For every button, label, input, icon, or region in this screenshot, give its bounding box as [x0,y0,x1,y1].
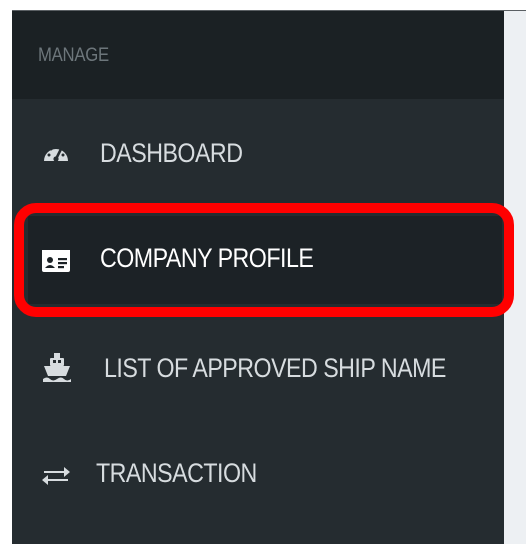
sidebar-section-header: MANAGE [12,11,504,99]
sidebar-item-dashboard[interactable]: DASHBOARD [12,111,504,199]
sidebar: MANAGE DASHBOARD COMPANY PROFILE LIST OF… [12,11,504,544]
main-content-edge [504,11,526,544]
section-label: MANAGE [38,45,109,66]
sidebar-item-company-profile[interactable]: COMPANY PROFILE [12,216,504,304]
app-frame: MANAGE DASHBOARD COMPANY PROFILE LIST OF… [0,0,526,544]
exchange-arrows-icon [42,467,70,485]
sidebar-item-label: DASHBOARD [100,138,243,168]
sidebar-item-approved-ship-names[interactable]: LIST OF APPROVED SHIP NAME [12,326,504,414]
sidebar-item-label: COMPANY PROFILE [100,243,314,273]
id-card-icon [42,250,70,272]
ship-icon [43,353,71,382]
sidebar-item-label: LIST OF APPROVED SHIP NAME [104,353,446,383]
sidebar-item-label: TRANSACTION [96,458,257,488]
sidebar-item-transaction[interactable]: TRANSACTION [12,431,504,519]
dashboard-gauge-icon [44,145,68,162]
